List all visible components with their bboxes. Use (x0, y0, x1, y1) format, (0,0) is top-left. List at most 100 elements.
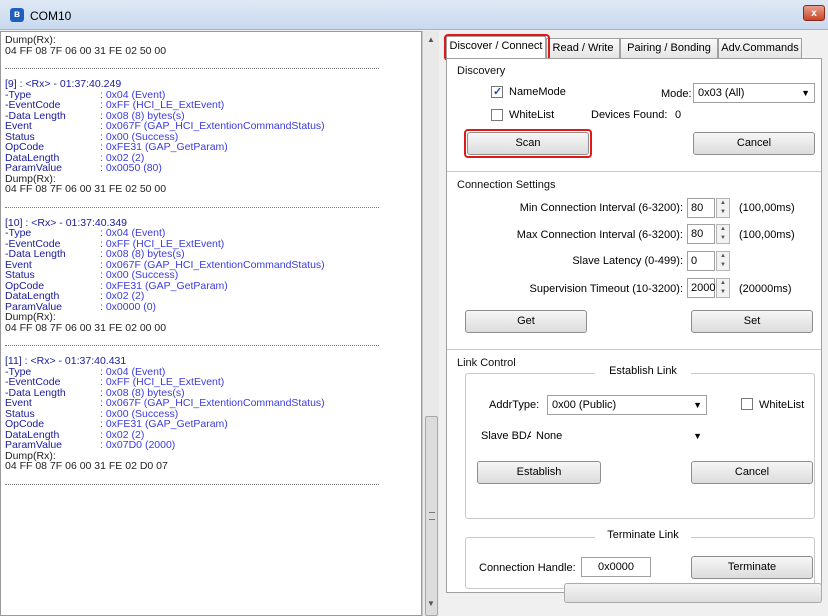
namemode-checkbox[interactable] (491, 85, 503, 98)
supervision-timeout-stepper[interactable]: ▲ ▼ (716, 278, 730, 298)
log-field-value: : 0x08 (8) bytes(s) (100, 248, 185, 260)
log-field: -Type : 0x04 (Event) (5, 228, 421, 239)
log-field-value: : 0xFE31 (GAP_GetParam) (100, 141, 228, 153)
log-separator (5, 345, 379, 346)
log-separator (5, 206, 379, 208)
slave-latency-label: Slave Latency (0-499): (572, 255, 683, 267)
progress-bar (564, 583, 822, 603)
log-field-value: : 0x0050 (80) (100, 162, 162, 174)
log-field-key: -EventCode (5, 376, 61, 388)
log-separator (5, 483, 379, 485)
log-field-key: DataLength (5, 290, 60, 302)
log-panel[interactable]: Dump(Rx): 04 FF 08 7F 06 00 31 FE 02 50 … (0, 31, 422, 616)
scroll-thumb[interactable] (425, 416, 438, 616)
min-interval-ms: (100,00ms) (739, 202, 795, 214)
get-button[interactable]: Get (465, 310, 587, 333)
log-field: -Data Length : 0x08 (8) bytes(s) (5, 249, 421, 260)
log-entry-header: [11] : <Rx> - 01:37:40.431 (5, 355, 127, 367)
max-interval-input[interactable]: 80 (687, 224, 715, 244)
log-field: Event : 0x067F (GAP_HCI_ExtentionCommand… (5, 398, 421, 409)
establish-link-title: Establish Link (595, 365, 691, 377)
whitelist-checkbox[interactable] (491, 109, 503, 121)
divider (447, 349, 821, 350)
log-field: ParamValue : 0x0050 (80) (5, 163, 421, 174)
supervision-timeout-ms: (20000ms) (739, 283, 792, 295)
addrtype-select[interactable]: 0x00 (Public) ▼ (547, 395, 707, 415)
addrtype-value: 0x00 (Public) (552, 399, 617, 411)
mode-value: 0x03 (All) (698, 87, 745, 99)
scroll-up-icon[interactable]: ▲ (427, 35, 435, 44)
log-field: DataLength : 0x02 (2) (5, 291, 421, 302)
link-whitelist-checkbox[interactable] (741, 398, 753, 410)
mode-select[interactable]: 0x03 (All) ▼ (693, 83, 815, 103)
dump-value: 04 FF 08 7F 06 00 31 FE 02 00 00 (5, 321, 167, 334)
mode-label: Mode: (661, 88, 692, 100)
window-title: COM10 (30, 9, 72, 23)
dump-label: Dump(Rx): (5, 34, 56, 46)
log-field-value: : 0x0000 (0) (100, 300, 157, 313)
slave-bda-select[interactable]: None ▼ (531, 426, 707, 446)
log-field-key: ParamValue (5, 439, 63, 451)
log-entry: [10] : <Rx> - 01:37:40.349 -Type : 0x04 … (5, 216, 421, 334)
slave-latency-stepper[interactable]: ▲ ▼ (716, 251, 730, 271)
max-interval-ms: (100,00ms) (739, 229, 795, 241)
log-field: -EventCode : 0xFF (HCI_LE_ExtEvent) (5, 377, 421, 388)
log-field-key: -Type (5, 227, 32, 239)
min-interval-label: Min Connection Interval (6-3200): (519, 202, 683, 214)
establish-cancel-button[interactable]: Cancel (691, 461, 813, 484)
tab-adv-commands[interactable]: Adv.Commands (718, 38, 802, 58)
log-field-value: : 0x067F (GAP_HCI_ExtentionCommandStatus… (100, 120, 325, 132)
log-field: ParamValue : 0x07D0 (2000) (5, 440, 421, 451)
log-field: DataLength : 0x02 (2) (5, 429, 421, 441)
log-scrollbar[interactable]: ▲ ▼ (422, 31, 439, 616)
supervision-timeout-label: Supervision Timeout (10-3200): (529, 283, 683, 295)
log-entry-header: [10] : <Rx> - 01:37:40.349 (5, 216, 128, 229)
log-field-value: : 0x07D0 (2000) (100, 439, 176, 451)
dump-label: Dump(Rx): (5, 311, 56, 323)
log-field-key: ParamValue (5, 162, 63, 174)
log-field-key: OpCode (5, 141, 45, 153)
log-field-key: Status (5, 269, 35, 281)
slave-bda-label: Slave BDA: (481, 430, 538, 442)
log-entry: [9] : <Rx> - 01:37:40.249 -Type : 0x04 (… (5, 79, 421, 195)
log-field: -EventCode : 0xFF (HCI_LE_ExtEvent) (5, 100, 421, 111)
grip-icon (429, 512, 435, 520)
tab-pairing-bonding[interactable]: Pairing / Bonding (620, 38, 718, 58)
connection-handle-input[interactable]: 0x0000 (581, 557, 651, 577)
log-field: OpCode : 0xFE31 (GAP_GetParam) (5, 280, 421, 292)
log-field-value: : 0x02 (2) (100, 290, 145, 302)
scroll-down-icon[interactable]: ▼ (427, 599, 435, 608)
terminate-link-title: Terminate Link (595, 529, 691, 541)
log-field-value: : 0xFF (HCI_LE_ExtEvent) (100, 376, 225, 388)
log-field: OpCode : 0xFE31 (GAP_GetParam) (5, 419, 421, 430)
devices-found-label: Devices Found: (591, 109, 668, 121)
discovery-title: Discovery (457, 65, 506, 77)
establish-button[interactable]: Establish (477, 461, 601, 484)
min-interval-stepper[interactable]: ▲ ▼ (716, 198, 730, 218)
log-field-value: : 0xFE31 (GAP_GetParam) (100, 418, 228, 430)
connection-handle-label: Connection Handle: (479, 562, 576, 574)
tab-read-write[interactable]: Read / Write (546, 38, 620, 58)
log-field-key: Event (5, 397, 32, 409)
link-whitelist-label: WhiteList (759, 399, 805, 411)
chevron-down-icon: ▼ (801, 88, 810, 98)
log-field: Event : 0x067F (GAP_HCI_ExtentionCommand… (5, 121, 421, 132)
close-button[interactable]: x (803, 5, 825, 21)
min-interval-input[interactable]: 80 (687, 198, 715, 218)
set-button[interactable]: Set (691, 310, 813, 333)
max-interval-stepper[interactable]: ▲ ▼ (716, 224, 730, 244)
divider (447, 171, 821, 172)
dump-value: 04 FF 08 7F 06 00 31 FE 02 50 00 (5, 183, 167, 195)
terminate-button[interactable]: Terminate (691, 556, 813, 579)
discovery-cancel-button[interactable]: Cancel (693, 132, 815, 155)
log-field-key: -EventCode (5, 99, 61, 111)
title-bar: ʙ COM10 x (0, 0, 828, 30)
log-field: Status : 0x00 (Success) (5, 270, 421, 281)
slave-latency-input[interactable]: 0 (687, 251, 715, 271)
log-field: ParamValue : 0x0000 (0) (5, 300, 421, 313)
log-field: DataLength : 0x02 (2) (5, 152, 421, 164)
whitelist-label: WhiteList (509, 109, 555, 121)
addrtype-label: AddrType: (489, 399, 540, 411)
supervision-timeout-input[interactable]: 2000 (687, 278, 715, 298)
log-field: -EventCode : 0xFF (HCI_LE_ExtEvent) (5, 238, 421, 250)
